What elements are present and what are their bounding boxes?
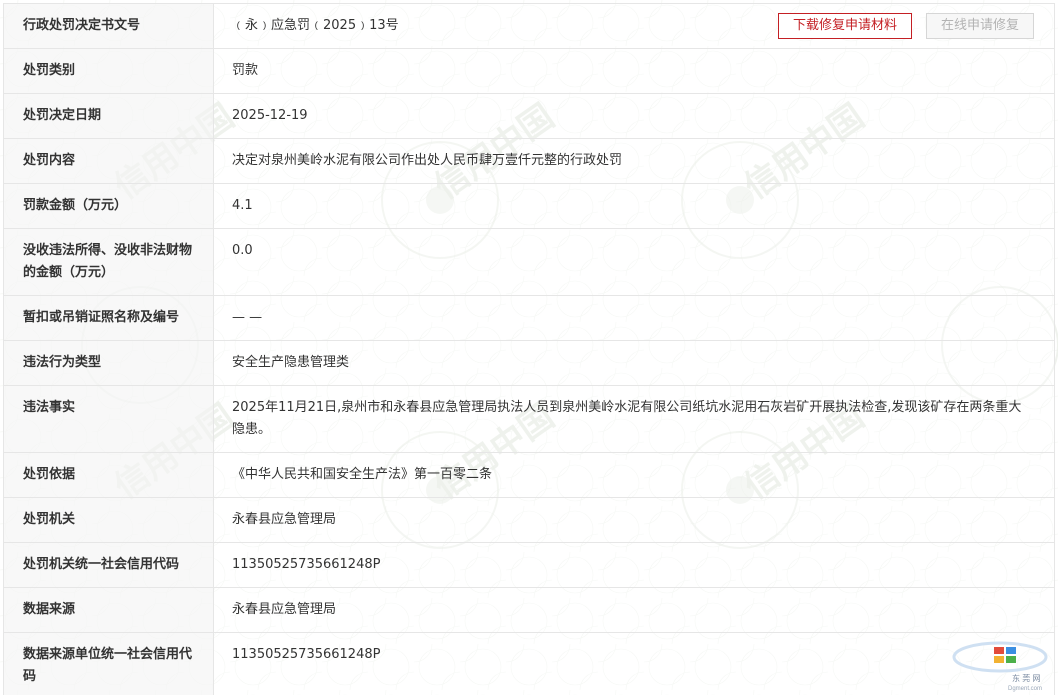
penalty-detail-page: 信用中国 信用中国 信用中国 信用中国 信用中国 信用中国 行政处罚决定书文号 … [0,0,1058,695]
logo-subtext: Dgment.com [1008,686,1042,692]
table-row: 处罚决定日期 2025-12-19 [3,93,1055,139]
row-label: 违法事实 [3,385,214,453]
penalty-info-table: 行政处罚决定书文号 ﹙永﹚应急罚﹙2025﹚13号 下载修复申请材料 在线申请修… [3,3,1055,695]
table-row-decision-number: 行政处罚决定书文号 ﹙永﹚应急罚﹙2025﹚13号 下载修复申请材料 在线申请修… [3,3,1055,49]
online-repair-button[interactable]: 在线申请修复 [925,13,1034,39]
logo-text: 东 莞 网 [1012,673,1040,683]
row-value: 11350525735661248P [213,542,1055,588]
row-value: — — [213,295,1055,341]
row-value: 《中华人民共和国安全生产法》第一百零二条 [213,452,1055,498]
row-value: 安全生产隐患管理类 [213,340,1055,386]
row-value: 决定对泉州美岭水泥有限公司作出处人民币肆万壹仟元整的行政处罚 [213,138,1055,184]
row-value: 永春县应急管理局 [213,497,1055,543]
row-label: 罚款金额（万元） [3,183,214,229]
row-value: 2025年11月21日,泉州市和永春县应急管理局执法人员到泉州美岭水泥有限公司纸… [213,385,1055,453]
action-buttons: 下载修复申请材料 在线申请修复 [777,13,1034,39]
table-row: 违法行为类型 安全生产隐患管理类 [3,340,1055,386]
table-row: 暂扣或吊销证照名称及编号 — — [3,295,1055,341]
site-logo-icon: 东 莞 网 Dgment.com [952,641,1048,692]
table-row: 处罚依据 《中华人民共和国安全生产法》第一百零二条 [3,452,1055,498]
table-row: 处罚机关统一社会信用代码 11350525735661248P [3,542,1055,588]
row-label: 数据来源单位统一社会信用代码 [3,632,214,695]
row-value: 0.0 [213,228,1055,296]
row-value: 2025-12-19 [213,93,1055,139]
row-label: 没收违法所得、没收非法财物的金额（万元） [3,228,214,296]
row-label: 处罚依据 [3,452,214,498]
row-value-cell: ﹙永﹚应急罚﹙2025﹚13号 下载修复申请材料 在线申请修复 [213,3,1055,49]
row-label: 处罚决定日期 [3,93,214,139]
row-value: 11350525735661248P [213,632,1055,695]
row-label: 暂扣或吊销证照名称及编号 [3,295,214,341]
table-row: 处罚机关 永春县应急管理局 [3,497,1055,543]
decision-number-value: ﹙永﹚应急罚﹙2025﹚13号 [232,18,399,33]
table-row: 数据来源单位统一社会信用代码 11350525735661248P [3,632,1055,695]
row-value: 4.1 [213,183,1055,229]
table-row: 处罚类别 罚款 [3,48,1055,94]
row-label: 处罚机关统一社会信用代码 [3,542,214,588]
table-row: 罚款金额（万元） 4.1 [3,183,1055,229]
row-label: 违法行为类型 [3,340,214,386]
table-row: 数据来源 永春县应急管理局 [3,587,1055,633]
row-label: 处罚类别 [3,48,214,94]
table-row: 违法事实 2025年11月21日,泉州市和永春县应急管理局执法人员到泉州美岭水泥有… [3,385,1055,453]
download-repair-materials-button[interactable]: 下载修复申请材料 [777,13,912,39]
row-label: 数据来源 [3,587,214,633]
table-row: 没收违法所得、没收非法财物的金额（万元） 0.0 [3,228,1055,296]
row-value: 罚款 [213,48,1055,94]
row-label: 行政处罚决定书文号 [3,3,214,49]
table-row: 处罚内容 决定对泉州美岭水泥有限公司作出处人民币肆万壹仟元整的行政处罚 [3,138,1055,184]
row-value: 永春县应急管理局 [213,587,1055,633]
row-label: 处罚内容 [3,138,214,184]
row-label: 处罚机关 [3,497,214,543]
